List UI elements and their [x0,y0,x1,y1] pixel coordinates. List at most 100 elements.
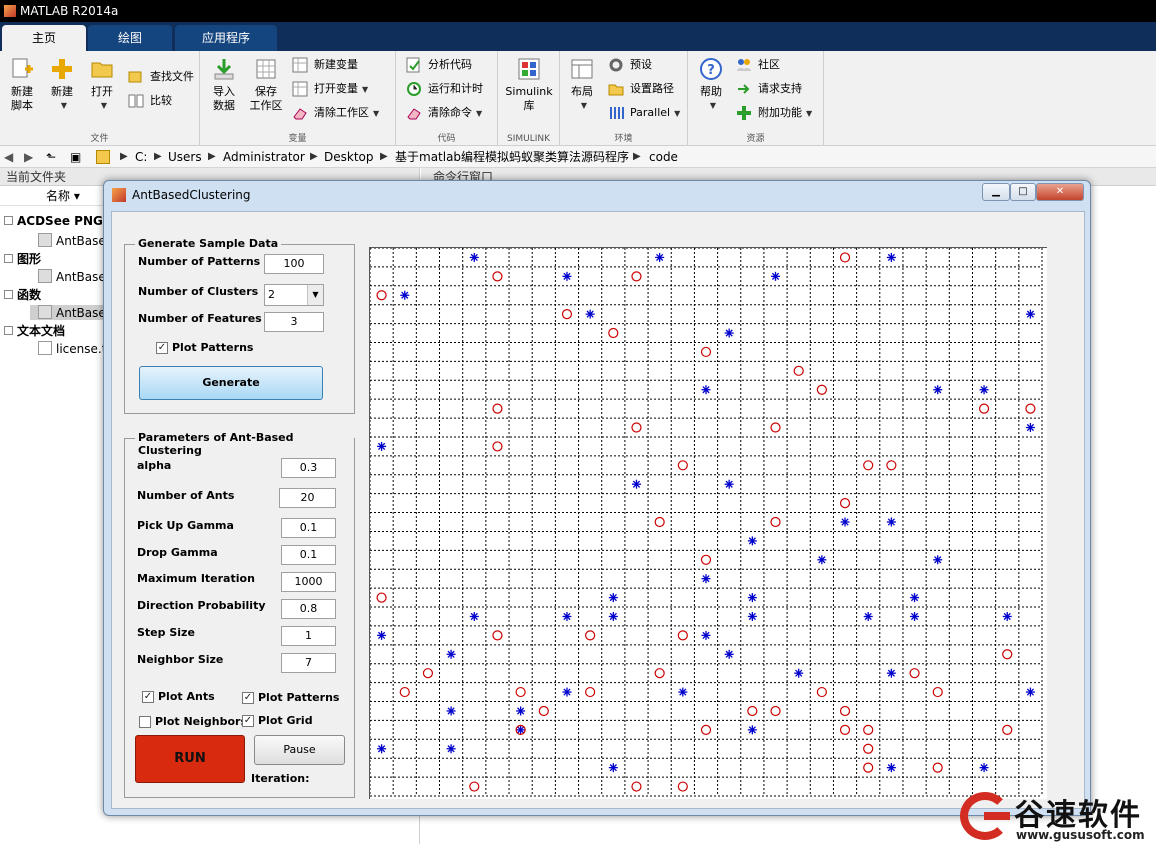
analyze-code-button[interactable]: 分析代码 [406,55,472,75]
open-variable-label: 打开变量 [314,82,358,95]
pattern-circle-marker [816,384,827,395]
clear-workspace-button[interactable]: 清除工作区 ▼ [292,103,379,123]
pause-button[interactable]: Pause [254,735,345,765]
breadcrumb-item[interactable]: 基于matlab编程模拟蚂蚁聚类算法源码程序 [395,146,629,168]
tree-group[interactable]: 函数 [4,286,41,303]
tree-file-item[interactable]: AntBase [38,269,106,284]
num-clusters-select[interactable]: 2 ▼ [264,284,324,306]
add-ons-button[interactable]: 附加功能 ▼ [736,103,812,123]
direction-probability-input[interactable]: 0.8 [281,599,336,619]
breadcrumb-item[interactable]: Desktop [324,146,374,168]
plot-patterns-checkbox-2[interactable]: ✓ Plot Patterns [242,691,339,705]
new-button[interactable]: 新建 ▼ [44,57,80,113]
back-icon[interactable]: ◀ [4,146,13,168]
run-and-time-button[interactable]: 运行和计时 [406,79,483,99]
tree-group[interactable]: 文本文档 [4,322,65,339]
pick-up-gamma-input[interactable]: 0.1 [281,518,336,538]
clustering-params-panel: Parameters of Ant-Based Clustering alpha… [124,431,355,798]
plot-grid-checkbox[interactable]: ✓ Plot Grid [242,714,313,728]
collapse-icon[interactable] [4,254,13,263]
chevron-down-icon: ▼ [60,101,68,110]
save-workspace-button[interactable]: 保存 工作区 [246,57,286,113]
chevron-down-icon: ▼ [362,85,369,94]
max-iteration-input[interactable]: 1000 [281,572,336,592]
pattern-circle-marker [376,290,387,301]
tree-group-label: 图形 [17,252,42,266]
layout-button[interactable]: 布局 ▼ [564,57,600,113]
pattern-circle-marker [654,668,665,679]
pattern-circle-marker [700,554,712,565]
matlab-logo-icon [112,188,126,202]
plot-ants-checkbox[interactable]: ✓ Plot Ants [142,690,215,704]
clear-commands-button[interactable]: 清除命令 ▼ [406,103,482,123]
chevron-down-icon[interactable]: ▼ [307,285,323,305]
num-patterns-input[interactable]: 100 [264,254,324,274]
plot-patterns-checkbox[interactable]: ✓ Plot Patterns [156,341,253,355]
open-button[interactable]: 打开 ▼ [84,57,120,113]
pattern-star-marker [562,611,572,621]
open-variable-button[interactable]: 打开变量 ▼ [292,79,368,99]
parallel-button[interactable]: Parallel ▼ [608,103,680,123]
breadcrumb-item[interactable]: Users [168,146,202,168]
tree-file-item-selected[interactable]: AntBase [30,305,110,320]
num-ants-input[interactable]: 20 [279,488,336,508]
tree-file-item[interactable]: license.t [38,341,106,356]
neighbor-size-input[interactable]: 7 [281,653,336,673]
preferences-button[interactable]: 预设 [608,55,652,75]
pattern-circle-marker [1002,724,1013,735]
compare-button[interactable]: 比较 [128,91,172,111]
tree-group[interactable]: ACDSee PNG [4,214,103,228]
direction-probability-label: Direction Probability [137,599,266,612]
num-patterns-label: Number of Patterns [138,255,261,268]
new-script-icon [12,58,33,78]
tab-home[interactable]: 主页 [2,25,86,51]
collapse-icon[interactable] [4,216,13,225]
plot-ants-label: Plot Ants [158,690,215,703]
ribbon-section-environment: 布局 ▼ 预设 设置路径 Parallel ▼ 环境 [560,51,688,146]
help-button[interactable]: ? 帮助 ▼ [694,57,728,113]
alpha-input[interactable]: 0.3 [281,458,336,478]
new-script-button[interactable]: 新建 脚本 [4,57,40,113]
collapse-icon[interactable] [4,290,13,299]
num-features-input[interactable]: 3 [264,312,324,332]
browse-folder-icon[interactable]: ▣ [70,146,81,168]
pattern-circle-marker [492,271,503,282]
section-label-simulink: SIMULINK [506,134,551,144]
pattern-star-marker [678,687,688,697]
pattern-star-marker [400,290,410,300]
tab-apps[interactable]: 应用程序 [175,25,277,51]
step-size-input[interactable]: 1 [281,626,336,646]
pattern-circle-marker [469,781,480,792]
pattern-star-marker [608,763,618,773]
pattern-star-marker [446,706,456,716]
find-files-button[interactable]: 查找文件 [128,67,194,87]
new-variable-button[interactable]: 新建变量 [292,55,358,75]
address-bar: ◀ ▶ ⬑ ▣ ▶ C: ▶ Users ▶ Administrator ▶ D… [0,146,1156,168]
collapse-icon[interactable] [4,326,13,335]
community-button[interactable]: 社区 [736,55,780,75]
pattern-star-marker [979,385,989,395]
drop-gamma-input[interactable]: 0.1 [281,545,336,565]
breadcrumb-separator-icon: ▶ [154,151,162,162]
simulink-library-button[interactable]: Simulink 库 [504,57,554,113]
breadcrumb-item[interactable]: Administrator [223,146,305,168]
breadcrumb-item[interactable]: C: [135,146,147,168]
plot-neighbors-checkbox[interactable]: Plot Neighbors [139,715,247,729]
tree-group[interactable]: 图形 [4,250,41,267]
tree-group-label: ACDSee PNG [17,214,103,228]
generate-button[interactable]: Generate [139,366,323,400]
close-icon[interactable]: ✕ [1036,183,1084,201]
import-data-button[interactable]: 导入 数据 [206,57,242,113]
tree-file-item[interactable]: AntBase [38,233,106,248]
png-file-icon [38,233,52,247]
maximize-icon[interactable]: □ [1010,183,1036,201]
run-button[interactable]: RUN [135,735,245,783]
minimize-icon[interactable]: ▁ [982,183,1010,201]
set-path-button[interactable]: 设置路径 [608,79,674,99]
request-support-button[interactable]: 请求支持 [736,79,802,99]
forward-icon[interactable]: ▶ [24,146,33,168]
chevron-down-icon: ▼ [580,101,588,110]
up-folder-icon[interactable]: ⬑ [46,146,56,168]
breadcrumb-item[interactable]: code [649,146,678,168]
tab-plots[interactable]: 绘图 [88,25,172,51]
